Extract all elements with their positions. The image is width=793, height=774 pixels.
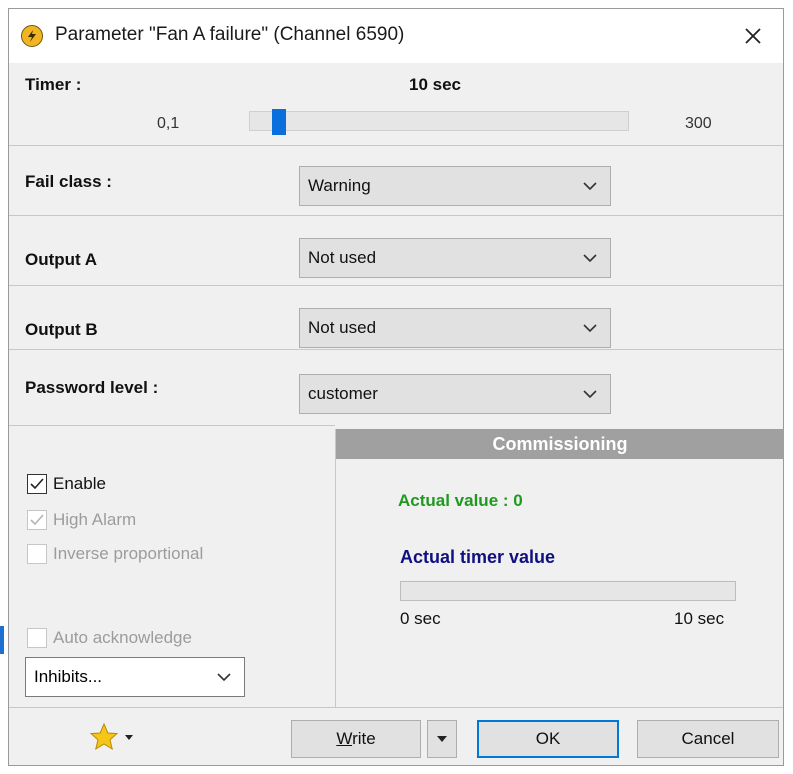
write-label: Write <box>336 729 376 748</box>
password-level-dropdown[interactable]: customer <box>299 374 611 414</box>
fail-class-label: Fail class : <box>25 172 112 191</box>
background-app-edge <box>0 0 8 774</box>
checkmark-icon <box>30 514 44 526</box>
high-alarm-checkbox <box>27 510 47 530</box>
actual-timer-title: Actual timer value <box>400 547 556 567</box>
enable-checkbox[interactable] <box>27 474 47 494</box>
ok-label: OK <box>535 729 561 748</box>
progress-min-label: 0 sec <box>400 609 441 628</box>
fail-class-dropdown[interactable]: Warning <box>299 166 611 206</box>
star-icon <box>89 722 119 751</box>
output-a-label: Output A <box>25 250 98 269</box>
chevron-down-icon <box>583 324 597 333</box>
dialog-footer: Write OK Cancel <box>9 707 783 765</box>
inverse-proportional-checkbox <box>27 544 47 564</box>
auto-acknowledge-label: Auto acknowledge <box>53 628 192 647</box>
checkmark-icon <box>30 478 44 490</box>
timer-section: Timer : 10 sec 0,1 300 <box>9 63 783 145</box>
output-a-dropdown[interactable]: Not used <box>299 238 611 278</box>
output-b-value: Not used <box>308 318 377 337</box>
favorites-button[interactable] <box>89 720 149 754</box>
close-icon <box>745 28 761 44</box>
auto-acknowledge-checkbox <box>27 628 47 648</box>
high-alarm-checkbox-row: High Alarm <box>27 510 136 530</box>
output-a-value: Not used <box>308 248 377 267</box>
progress-max-label: 10 sec <box>674 609 725 628</box>
parameter-dialog: Parameter "Fan A failure" (Channel 6590)… <box>8 8 784 766</box>
commissioning-header: Commissioning <box>336 429 784 459</box>
password-level-value: customer <box>308 384 378 403</box>
password-level-row: Password level : customer <box>9 349 783 425</box>
high-alarm-label: High Alarm <box>53 510 137 529</box>
fail-class-value: Warning <box>308 176 371 195</box>
options-panel: Enable High Alarm Inverse proportional A… <box>9 425 335 707</box>
cancel-label: Cancel <box>681 729 735 748</box>
close-button[interactable] <box>723 9 783 63</box>
commissioning-panel: Commissioning Actual value : 0 Actual ti… <box>335 429 784 707</box>
inverse-proportional-checkbox-row: Inverse proportional <box>27 544 203 564</box>
window-title: Parameter "Fan A failure" (Channel 6590) <box>55 24 405 45</box>
auto-acknowledge-checkbox-row: Auto acknowledge <box>27 628 192 648</box>
ok-button[interactable]: OK <box>477 720 619 758</box>
inhibits-value: Inhibits... <box>34 667 103 686</box>
output-b-dropdown[interactable]: Not used <box>299 308 611 348</box>
write-button[interactable]: Write <box>291 720 421 758</box>
lightning-icon <box>21 25 43 47</box>
slider-min-label: 0,1 <box>157 115 180 132</box>
timer-label: Timer : <box>25 75 82 94</box>
caret-down-icon <box>437 736 447 742</box>
background-app-marker <box>0 626 4 654</box>
password-level-label: Password level : <box>25 378 159 397</box>
timer-slider[interactable] <box>249 109 629 135</box>
enable-checkbox-row[interactable]: Enable <box>27 474 106 494</box>
chevron-down-icon <box>583 390 597 399</box>
enable-label: Enable <box>53 474 106 493</box>
output-b-label: Output B <box>25 320 98 339</box>
caret-down-icon <box>125 735 133 740</box>
actual-timer-progress <box>400 581 736 601</box>
chevron-down-icon <box>583 182 597 191</box>
timer-value: 10 sec <box>409 75 461 94</box>
output-b-row: Output B Not used <box>9 285 783 349</box>
actual-value-text: Actual value : 0 <box>398 491 523 510</box>
slider-thumb[interactable] <box>272 109 286 135</box>
chevron-down-icon <box>217 673 231 682</box>
title-bar: Parameter "Fan A failure" (Channel 6590) <box>9 9 783 63</box>
inhibits-dropdown[interactable]: Inhibits... <box>25 657 245 697</box>
slider-max-label: 300 <box>685 115 712 132</box>
write-options-button[interactable] <box>427 720 457 758</box>
fail-class-row: Fail class : Warning <box>9 145 783 215</box>
output-a-row: Output A Not used <box>9 215 783 285</box>
cancel-button[interactable]: Cancel <box>637 720 779 758</box>
inverse-proportional-label: Inverse proportional <box>53 544 204 563</box>
chevron-down-icon <box>583 254 597 263</box>
